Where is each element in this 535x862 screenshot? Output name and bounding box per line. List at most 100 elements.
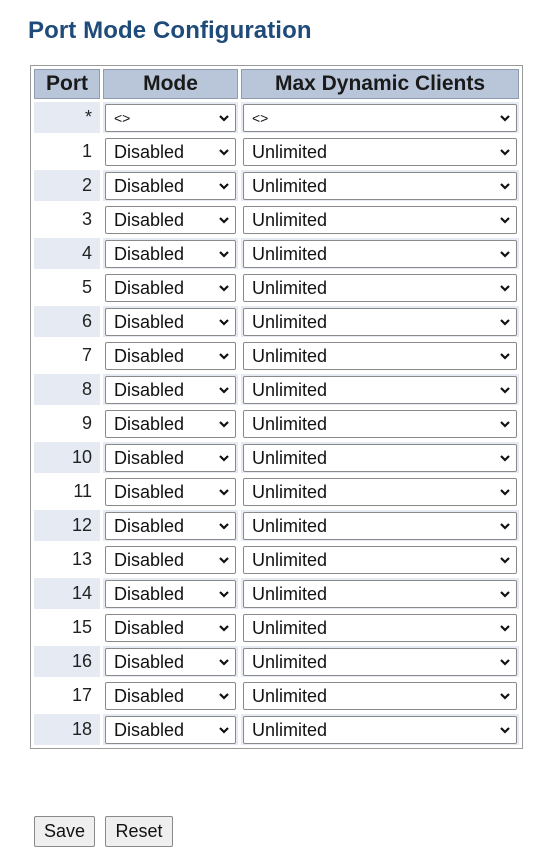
mode-select-value: Disabled	[114, 345, 185, 366]
mode-select-value: Disabled	[114, 277, 185, 298]
port-cell: *	[34, 102, 100, 133]
max-clients-select[interactable]: Unlimited	[243, 511, 517, 540]
chevron-down-icon	[219, 725, 229, 735]
table-row: 14 Disabled Unlimited	[34, 578, 519, 609]
reset-button[interactable]: Reset	[105, 816, 173, 847]
max-clients-select[interactable]: Unlimited	[243, 409, 517, 438]
table-row: 3 Disabled Unlimited	[34, 204, 519, 235]
table-row: 1 Disabled Unlimited	[34, 136, 519, 167]
max-clients-select-value: Unlimited	[252, 243, 328, 264]
mode-select[interactable]: Disabled	[105, 137, 236, 166]
max-clients-select-value: Unlimited	[252, 141, 328, 162]
table-header-row: Port Mode Max Dynamic Clients	[34, 69, 519, 99]
mode-select-value: Disabled	[114, 549, 185, 570]
mode-select-value: Disabled	[114, 413, 185, 434]
max-clients-select[interactable]: Unlimited	[243, 545, 517, 574]
chevron-down-icon	[500, 521, 510, 531]
max-clients-select[interactable]: Unlimited	[243, 477, 517, 506]
chevron-down-icon	[500, 623, 510, 633]
table-row: 2 Disabled Unlimited	[34, 170, 519, 201]
max-clients-select[interactable]: Unlimited	[243, 171, 517, 200]
page-title: Port Mode Configuration	[28, 17, 312, 44]
chevron-down-icon	[500, 147, 510, 157]
chevron-down-icon	[500, 181, 510, 191]
wildcard-row: * <> <>	[34, 102, 519, 133]
mode-select[interactable]: Disabled	[105, 307, 236, 336]
table-row: 17 Disabled Unlimited	[34, 680, 519, 711]
max-clients-select[interactable]: Unlimited	[243, 613, 517, 642]
chevron-down-icon	[219, 487, 229, 497]
mode-select-value: Disabled	[114, 175, 185, 196]
table-row: 18 Disabled Unlimited	[34, 714, 519, 745]
mode-select[interactable]: Disabled	[105, 205, 236, 234]
max-clients-select[interactable]: Unlimited	[243, 715, 517, 744]
max-clients-select[interactable]: Unlimited	[243, 681, 517, 710]
chevron-down-icon	[500, 487, 510, 497]
max-clients-select[interactable]: Unlimited	[243, 579, 517, 608]
chevron-down-icon	[219, 521, 229, 531]
max-clients-select[interactable]: Unlimited	[243, 137, 517, 166]
mode-select[interactable]: Disabled	[105, 681, 236, 710]
mode-select[interactable]: Disabled	[105, 545, 236, 574]
chevron-down-icon	[219, 657, 229, 667]
table-row: 15 Disabled Unlimited	[34, 612, 519, 643]
mode-select[interactable]: Disabled	[105, 273, 236, 302]
chevron-down-icon	[500, 589, 510, 599]
mode-select[interactable]: Disabled	[105, 715, 236, 744]
chevron-down-icon	[500, 351, 510, 361]
page: Port Mode Configuration Port Mode Max Dy…	[8, 0, 535, 862]
max-clients-select-value: Unlimited	[252, 379, 328, 400]
mode-select-value: Disabled	[114, 719, 185, 740]
chevron-down-icon	[219, 215, 229, 225]
port-cell: 8	[34, 374, 100, 405]
table-row: 8 Disabled Unlimited	[34, 374, 519, 405]
save-button[interactable]: Save	[34, 816, 96, 847]
max-clients-select[interactable]: Unlimited	[243, 341, 517, 370]
max-clients-select[interactable]: Unlimited	[243, 239, 517, 268]
mode-select[interactable]: Disabled	[105, 171, 236, 200]
mode-select[interactable]: Disabled	[105, 375, 236, 404]
table-row: 7 Disabled Unlimited	[34, 340, 519, 371]
chevron-down-icon	[219, 385, 229, 395]
mode-select[interactable]: Disabled	[105, 239, 236, 268]
max-clients-select[interactable]: Unlimited	[243, 307, 517, 336]
mode-select[interactable]: Disabled	[105, 647, 236, 676]
max-clients-select[interactable]: Unlimited	[243, 375, 517, 404]
port-cell: 15	[34, 612, 100, 643]
max-clients-select-all[interactable]: <>	[243, 103, 517, 132]
mode-select-all[interactable]: <>	[105, 103, 236, 132]
button-bar: Save Reset	[34, 816, 179, 847]
max-clients-select[interactable]: Unlimited	[243, 647, 517, 676]
mode-select-value: Disabled	[114, 209, 185, 230]
max-clients-select-value: Unlimited	[252, 277, 328, 298]
port-cell: 5	[34, 272, 100, 303]
chevron-down-icon	[219, 317, 229, 327]
chevron-down-icon	[500, 249, 510, 259]
mode-select[interactable]: Disabled	[105, 409, 236, 438]
chevron-down-icon	[219, 623, 229, 633]
max-clients-select[interactable]: Unlimited	[243, 273, 517, 302]
max-clients-select-value: Unlimited	[252, 651, 328, 672]
port-cell: 14	[34, 578, 100, 609]
chevron-down-icon	[500, 657, 510, 667]
max-clients-select[interactable]: Unlimited	[243, 205, 517, 234]
mode-select[interactable]: Disabled	[105, 341, 236, 370]
port-cell: 1	[34, 136, 100, 167]
port-cell: 3	[34, 204, 100, 235]
chevron-down-icon	[500, 215, 510, 225]
chevron-down-icon	[500, 419, 510, 429]
mode-select[interactable]: Disabled	[105, 613, 236, 642]
mode-select-value: Disabled	[114, 617, 185, 638]
port-cell: 12	[34, 510, 100, 541]
mode-select[interactable]: Disabled	[105, 443, 236, 472]
max-clients-select-value: Unlimited	[252, 311, 328, 332]
mode-select[interactable]: Disabled	[105, 477, 236, 506]
max-clients-select-value: <>	[252, 109, 269, 126]
table-row: 9 Disabled Unlimited	[34, 408, 519, 439]
mode-select[interactable]: Disabled	[105, 579, 236, 608]
mode-select[interactable]: Disabled	[105, 511, 236, 540]
table-row: 4 Disabled Unlimited	[34, 238, 519, 269]
chevron-down-icon	[500, 453, 510, 463]
table-row: 5 Disabled Unlimited	[34, 272, 519, 303]
max-clients-select[interactable]: Unlimited	[243, 443, 517, 472]
